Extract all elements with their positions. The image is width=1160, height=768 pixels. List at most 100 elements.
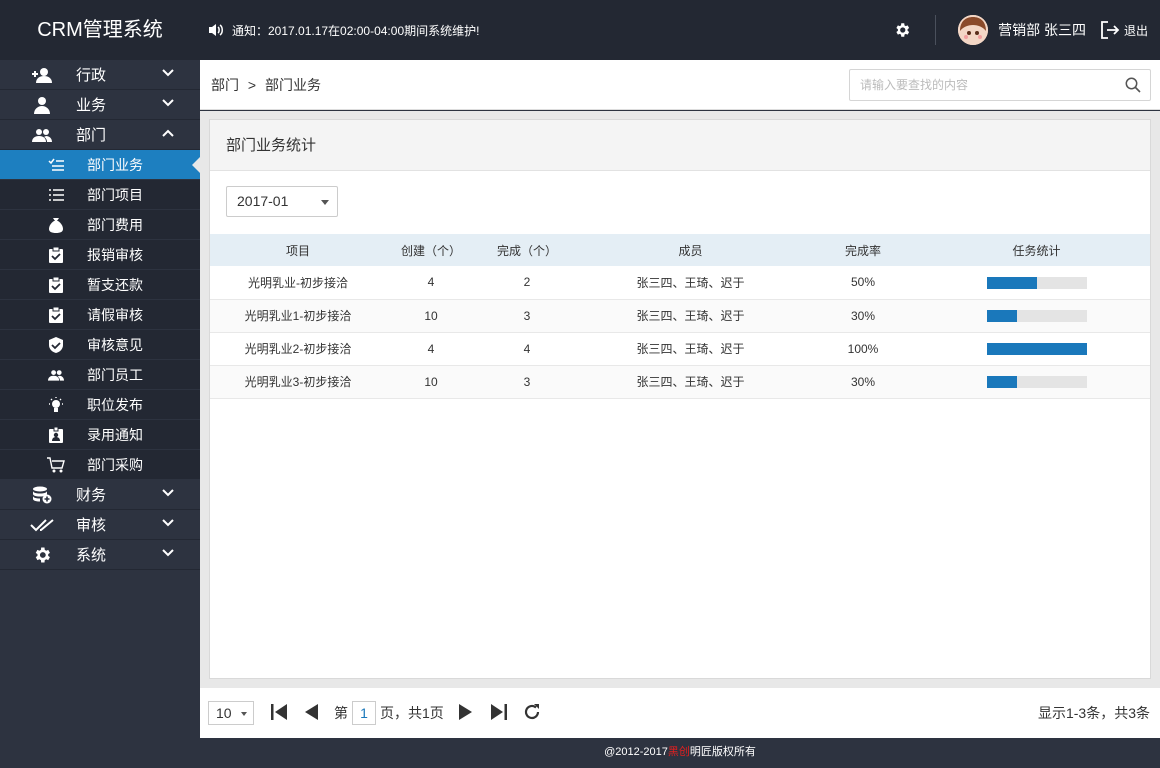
bulb-icon <box>47 396 65 414</box>
sidebar-menu-finance[interactable]: 财务 <box>0 480 200 510</box>
breadcrumb-current: 部门业务 <box>264 77 321 93</box>
first-page-icon[interactable] <box>270 703 288 721</box>
double-check-icon <box>30 515 54 535</box>
sidebar-item-dept-staff[interactable]: 部门员工 <box>0 360 200 390</box>
sidebar-menu-label: 审核 <box>76 517 107 534</box>
sidebar-menu-department[interactable]: 部门 <box>0 120 200 150</box>
chevron-down-icon <box>162 549 174 557</box>
cell-rate: 100% <box>803 332 923 366</box>
caret-down-icon <box>241 712 247 716</box>
sidebar-item-label: 部门业务 <box>87 156 143 173</box>
next-page-icon[interactable] <box>458 703 474 721</box>
cell-done: 3 <box>476 365 578 399</box>
cell-project: 光明乳业-初步接洽 <box>210 266 386 300</box>
table-row[interactable]: 光明乳业1-初步接洽 10 3 张三四、王琦、迟于 30% <box>210 299 1150 333</box>
search-input[interactable] <box>849 69 1151 101</box>
progress-fill <box>986 310 1017 323</box>
notice-text: 通知：2017.01.17在02:00-04:00期间系统维护! <box>232 23 480 38</box>
col-task-stats[interactable]: 任务统计 <box>923 234 1150 266</box>
sidebar-menu-label: 系统 <box>76 547 107 564</box>
chevron-down-icon <box>162 99 174 107</box>
logout-button[interactable]: 退出 <box>1100 20 1148 40</box>
cell-created: 4 <box>386 266 476 300</box>
cell-rate: 30% <box>803 299 923 333</box>
prev-page-icon[interactable] <box>303 703 319 721</box>
page-size-value: 10 <box>216 705 232 721</box>
cell-created: 4 <box>386 332 476 366</box>
refresh-icon[interactable] <box>523 703 541 721</box>
settings-gear-icon[interactable] <box>891 19 913 41</box>
table-header-row: 项目 创建（个） 完成（个） 成员 完成率 任务统计 <box>210 234 1150 266</box>
cell-done: 4 <box>476 332 578 366</box>
col-project[interactable]: 项目 <box>210 234 386 266</box>
clipboard-check-icon <box>47 246 65 264</box>
col-done[interactable]: 完成（个） <box>476 234 578 266</box>
cell-project: 光明乳业3-初步接洽 <box>210 365 386 399</box>
sidebar-item-reimburse-review[interactable]: 报销审核 <box>0 240 200 270</box>
sidebar-menu-label: 财务 <box>76 487 107 504</box>
sidebar-menu-admin[interactable]: 行政 <box>0 60 200 90</box>
gear-icon <box>30 545 54 565</box>
cell-created: 10 <box>386 365 476 399</box>
cell-created: 10 <box>386 299 476 333</box>
header: CRM管理系统 通知：2017.01.17在02:00-04:00期间系统维护!… <box>0 0 1160 60</box>
logout-icon <box>1101 21 1120 39</box>
sidebar-item-label: 暂支还款 <box>87 276 143 293</box>
footer-rights: 明匠版权所有 <box>689 746 756 758</box>
sidebar-item-label: 审核意见 <box>87 336 143 353</box>
user-name[interactable]: 营销部 张三四 <box>998 20 1086 40</box>
sidebar-item-dept-expenses[interactable]: 部门费用 <box>0 210 200 240</box>
col-created[interactable]: 创建（个） <box>386 234 476 266</box>
table-row[interactable]: 光明乳业2-初步接洽 4 4 张三四、王琦、迟于 100% <box>210 332 1150 366</box>
shield-check-icon <box>47 336 65 354</box>
sidebar-item-review-opinion[interactable]: 审核意见 <box>0 330 200 360</box>
sidebar-menu-label: 业务 <box>76 97 107 114</box>
sidebar-item-dept-business[interactable]: 部门业务 <box>0 150 200 180</box>
avatar[interactable] <box>958 15 989 45</box>
cell-members: 张三四、王琦、迟于 <box>578 266 803 300</box>
sidebar-item-dept-projects[interactable]: 部门项目 <box>0 180 200 210</box>
header-divider <box>935 15 937 45</box>
chevron-up-icon <box>162 129 174 137</box>
sidebar-menu-label: 行政 <box>76 67 107 84</box>
progress-bar <box>986 310 1087 323</box>
breadcrumb-separator: > <box>247 77 257 93</box>
sidebar-item-advance-repay[interactable]: 暂支还款 <box>0 270 200 300</box>
sidebar-item-dept-purchase[interactable]: 部门采购 <box>0 450 200 480</box>
page-prefix: 第 <box>334 705 348 721</box>
footer: @2012-2017黑创明匠版权所有 <box>200 738 1160 768</box>
sidebar-item-job-posting[interactable]: 职位发布 <box>0 390 200 420</box>
cell-members: 张三四、王琦、迟于 <box>578 365 803 399</box>
cell-rate: 50% <box>803 266 923 300</box>
sidebar-menu-review[interactable]: 审核 <box>0 510 200 540</box>
clipboard-check-icon <box>47 276 65 294</box>
page-number-input[interactable]: 1 <box>352 701 376 725</box>
last-page-icon[interactable] <box>490 703 508 721</box>
col-members[interactable]: 成员 <box>578 234 803 266</box>
topbar: 部门 > 部门业务 <box>200 60 1160 110</box>
col-rate[interactable]: 完成率 <box>803 234 923 266</box>
breadcrumb-parent[interactable]: 部门 <box>211 77 239 93</box>
footer-brand: 黑创 <box>667 746 690 758</box>
pager-info: 显示1-3条，共3条 <box>1037 705 1150 721</box>
group-icon <box>47 366 65 384</box>
table-row[interactable]: 光明乳业3-初步接洽 10 3 张三四、王琦、迟于 30% <box>210 365 1150 399</box>
app-logo[interactable]: CRM管理系统 <box>0 0 200 60</box>
sidebar-menu-system[interactable]: 系统 <box>0 540 200 570</box>
list-icon <box>47 186 65 204</box>
table-row[interactable]: 光明乳业-初步接洽 4 2 张三四、王琦、迟于 50% <box>210 266 1150 300</box>
month-select[interactable]: 2017-01 <box>226 186 338 217</box>
sidebar-item-hire-notice[interactable]: 录用通知 <box>0 420 200 450</box>
sidebar-item-leave-review[interactable]: 请假审核 <box>0 300 200 330</box>
chevron-down-icon <box>162 489 174 497</box>
search-icon[interactable] <box>1125 77 1141 93</box>
notice-bar: 通知：2017.01.17在02:00-04:00期间系统维护! <box>208 0 479 60</box>
sidebar-item-label: 请假审核 <box>87 306 143 323</box>
sidebar: 行政 业务 部门 部门业务 部门项目 部门费用 报销审核 暂支还款 请假审核 审… <box>0 60 200 768</box>
coins-icon <box>30 485 54 505</box>
sidebar-menu-business[interactable]: 业务 <box>0 90 200 120</box>
page-size-select[interactable]: 10 <box>208 701 254 725</box>
sidebar-item-label: 部门项目 <box>87 186 143 203</box>
progress-bar <box>986 376 1087 389</box>
cell-done: 3 <box>476 299 578 333</box>
